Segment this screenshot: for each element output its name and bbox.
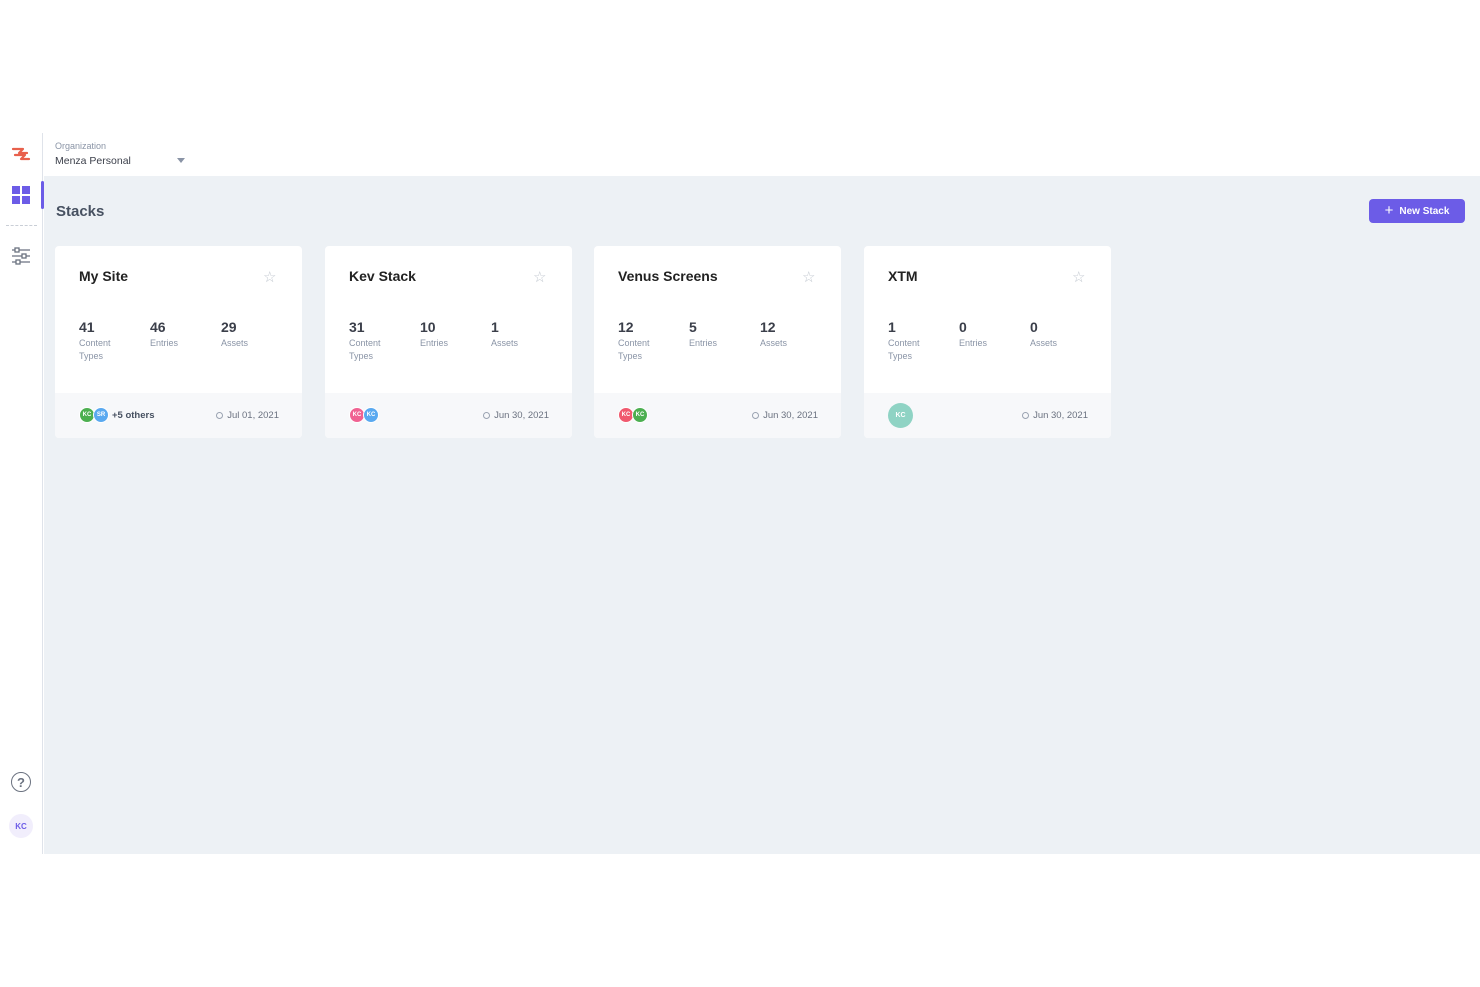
member-avatar[interactable]: KC — [363, 407, 379, 423]
stack-stat: 1 Assets — [491, 319, 551, 350]
star-icon[interactable]: ☆ — [802, 268, 815, 286]
member-avatars: KC SR +5 others — [79, 407, 155, 423]
stack-name: Venus Screens — [618, 268, 718, 284]
member-avatars: KC KC — [349, 407, 379, 423]
card-footer: KC SR +5 others Jul 01, 2021 — [55, 393, 302, 438]
clock-icon — [216, 412, 224, 419]
main-content: Stacks + New Stack My Site ☆ 41 Content T… — [44, 176, 1480, 854]
new-stack-button[interactable]: + New Stack — [1369, 199, 1465, 223]
settings-sliders-icon[interactable] — [8, 243, 34, 269]
last-modified: Jun 30, 2021 — [1022, 410, 1088, 421]
stat-value: 0 — [1030, 319, 1038, 335]
stat-value: 10 — [420, 319, 436, 335]
stat-value: 12 — [760, 319, 776, 335]
member-avatars: KC — [888, 403, 913, 428]
stack-name: Kev Stack — [349, 268, 416, 284]
stat-label: Entries — [420, 338, 449, 348]
stack-stat: 31 Content Types — [349, 319, 409, 363]
stat-label: Assets — [221, 338, 249, 348]
stat-value: 1 — [491, 319, 499, 335]
user-avatar[interactable]: KC — [9, 814, 33, 838]
stat-value: 0 — [959, 319, 967, 335]
organization-name[interactable]: Menza Personal — [55, 155, 131, 167]
stack-stat: 10 Entries — [420, 319, 480, 350]
plus-icon: + — [1384, 202, 1394, 219]
member-avatar[interactable]: SR — [93, 407, 109, 423]
stat-label: Entries — [959, 338, 988, 348]
stack-name: XTM — [888, 268, 918, 284]
stack-stat: 12 Assets — [760, 319, 820, 350]
stat-label: Content Types — [349, 338, 381, 361]
star-icon[interactable]: ☆ — [263, 268, 276, 286]
stat-label: Assets — [760, 338, 788, 348]
card-footer: KC KC Jun 30, 2021 — [325, 393, 572, 438]
last-modified-date: Jun 30, 2021 — [763, 410, 818, 421]
logo-icon[interactable] — [8, 141, 34, 167]
stat-label: Content Types — [79, 338, 111, 361]
organization-label: Organization — [55, 141, 107, 151]
stat-value: 29 — [221, 319, 237, 335]
stack-card[interactable]: Venus Screens ☆ 12 Content Types 5 Entrie… — [594, 246, 841, 438]
last-modified-date: Jun 30, 2021 — [1033, 410, 1088, 421]
stack-name: My Site — [79, 268, 129, 284]
stat-value: 46 — [150, 319, 166, 335]
star-icon[interactable]: ☆ — [1072, 268, 1085, 286]
stat-label: Entries — [689, 338, 718, 348]
stacks-dashboard-icon[interactable] — [8, 182, 34, 208]
help-icon[interactable]: ? — [11, 772, 31, 792]
stack-stat: 0 Entries — [959, 319, 1019, 350]
app-shell: ? KC Organization Menza Personal Stacks … — [0, 133, 1480, 854]
member-avatars: KC KC — [618, 407, 648, 423]
stack-stat: 29 Assets — [221, 319, 281, 350]
stat-value: 31 — [349, 319, 365, 335]
stack-stat: 5 Entries — [689, 319, 749, 350]
sidebar: ? KC — [0, 133, 44, 854]
stack-stat: 1 Content Types — [888, 319, 948, 363]
star-icon[interactable]: ☆ — [533, 268, 546, 286]
stack-stat: 12 Content Types — [618, 319, 678, 363]
last-modified-date: Jul 01, 2021 — [227, 410, 279, 421]
last-modified-date: Jun 30, 2021 — [494, 410, 549, 421]
clock-icon — [483, 412, 491, 419]
stat-value: 5 — [689, 319, 697, 335]
clock-icon — [752, 412, 760, 419]
stat-label: Entries — [150, 338, 179, 348]
card-footer: KC Jun 30, 2021 — [864, 393, 1111, 438]
member-avatar[interactable]: KC — [632, 407, 648, 423]
last-modified: Jun 30, 2021 — [752, 410, 818, 421]
stat-label: Content Types — [888, 338, 920, 361]
clock-icon — [1022, 412, 1030, 419]
last-modified: Jun 30, 2021 — [483, 410, 549, 421]
stack-card[interactable]: Kev Stack ☆ 31 Content Types 10 Entries 1… — [325, 246, 572, 438]
stack-stat: 0 Assets — [1030, 319, 1090, 350]
stack-stat: 46 Entries — [150, 319, 210, 350]
sidebar-divider — [6, 225, 37, 226]
new-stack-label: New Stack — [1399, 205, 1450, 217]
stat-label: Assets — [491, 338, 519, 348]
stack-card[interactable]: My Site ☆ 41 Content Types 46 Entries 29 … — [55, 246, 302, 438]
card-footer: KC KC Jun 30, 2021 — [594, 393, 841, 438]
page-title: Stacks — [56, 203, 105, 220]
stack-card[interactable]: XTM ☆ 1 Content Types 0 Entries 0 Assets … — [864, 246, 1111, 438]
stat-value: 1 — [888, 319, 896, 335]
stat-label: Assets — [1030, 338, 1058, 348]
member-avatar[interactable]: KC — [888, 403, 913, 428]
chevron-down-icon[interactable] — [177, 158, 185, 163]
stat-label: Content Types — [618, 338, 650, 361]
stat-value: 41 — [79, 319, 95, 335]
stack-stat: 41 Content Types — [79, 319, 139, 363]
stat-value: 12 — [618, 319, 634, 335]
other-members-count[interactable]: +5 others — [112, 410, 155, 421]
last-modified: Jul 01, 2021 — [216, 410, 279, 421]
top-bar: Organization Menza Personal — [44, 133, 1480, 176]
